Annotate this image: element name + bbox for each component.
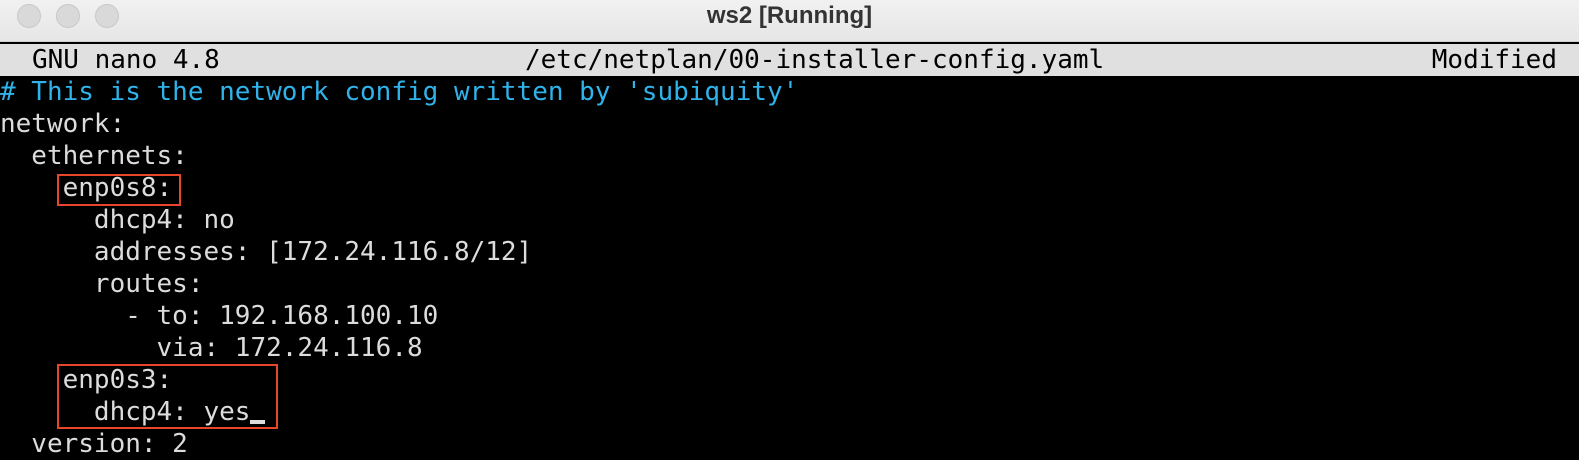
file-line-comment[interactable]: # This is the network config written by … (0, 76, 798, 108)
file-line-routes[interactable]: routes: (0, 268, 204, 300)
file-line-network[interactable]: network: (0, 108, 125, 140)
nano-version: GNU nano 4.8 (32, 45, 220, 75)
nano-modified-status: Modified (1431, 45, 1557, 75)
highlight-box-enp0s8 (57, 174, 181, 206)
file-line-dhcp4-no[interactable]: dhcp4: no (0, 204, 235, 236)
file-line-ethernets[interactable]: ethernets: (0, 140, 188, 172)
window-title: ws2 [Running] (706, 2, 873, 29)
title-bar: ws2 [Running] (0, 0, 1579, 42)
file-line-route-via[interactable]: via: 172.24.116.8 (0, 332, 423, 364)
nano-header-bar: GNU nano 4.8 /etc/netplan/00-installer-c… (0, 44, 1579, 76)
highlight-box-enp0s3 (57, 364, 278, 429)
terminal-area[interactable]: GNU nano 4.8 /etc/netplan/00-installer-c… (0, 42, 1579, 460)
file-line-route-to[interactable]: - to: 192.168.100.10 (0, 300, 438, 332)
file-line-version[interactable]: version: 2 (0, 428, 188, 460)
vm-window: ws2 [Running] GNU nano 4.8 /etc/netplan/… (0, 0, 1579, 460)
nano-filename: /etc/netplan/00-installer-config.yaml (525, 45, 1105, 75)
file-line-addresses[interactable]: addresses: [172.24.116.8/12] (0, 236, 532, 268)
